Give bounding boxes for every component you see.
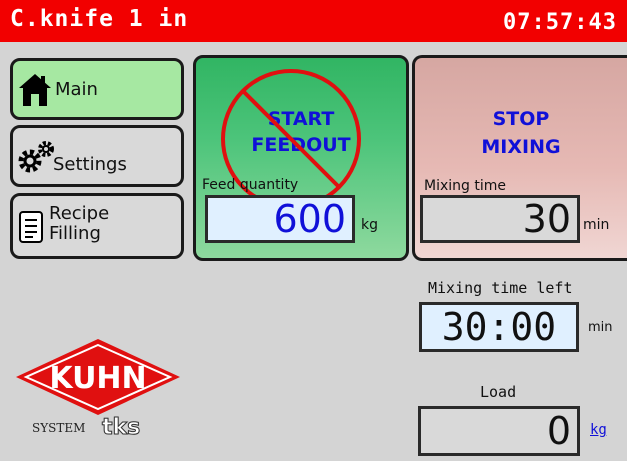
title-bar: C.knife 1 in 07:57:43 [0,0,627,42]
kuhn-logo: KUHN [16,339,180,415]
load-label: Load [480,383,517,401]
mixing-time-input[interactable]: 30 [420,195,580,243]
clock: 07:57:43 [503,10,617,35]
load-unit-link[interactable]: kg [590,422,607,438]
start-feedout-button[interactable]: START FEEDOUT Feed quantity 600 kg [193,55,409,261]
stop-mixing-line2: MIXING [481,136,561,158]
main-nav-label: Main [55,79,98,100]
mixing-time-left-label: Mixing time left [428,279,573,297]
settings-nav-button[interactable]: Settings [10,125,184,187]
feed-quantity-label: Feed quantity [202,177,299,193]
home-icon [19,74,51,106]
main-nav-button[interactable]: Main [10,58,184,120]
stop-mixing-button[interactable]: STOP MIXING Mixing time 30 min [412,55,627,261]
recipe-nav-label-line1: Recipe [49,203,110,224]
kuhn-logo-text: KUHN [49,361,146,396]
tks-logo-text: tks [101,415,141,441]
recipe-document-icon [19,211,43,243]
settings-nav-label: Settings [53,154,127,175]
recipe-nav-label-line2: Filling [49,223,101,244]
mixing-time-unit: min [583,217,610,233]
stop-mixing-line1: STOP [492,108,550,130]
mixing-time-left-unit: min [588,320,613,335]
load-value: 0 [418,406,580,456]
feed-quantity-input[interactable]: 600 [205,195,355,243]
feed-quantity-unit: kg [361,217,378,233]
gears-icon [18,141,54,173]
mixing-time-label: Mixing time [424,178,506,194]
recipe-filling-nav-button[interactable]: Recipe Filling [10,193,184,259]
screen-title: C.knife 1 in [10,6,189,32]
system-logo-text: SYSTEM [32,421,86,435]
mixing-time-left-value: 30:00 [419,302,579,352]
